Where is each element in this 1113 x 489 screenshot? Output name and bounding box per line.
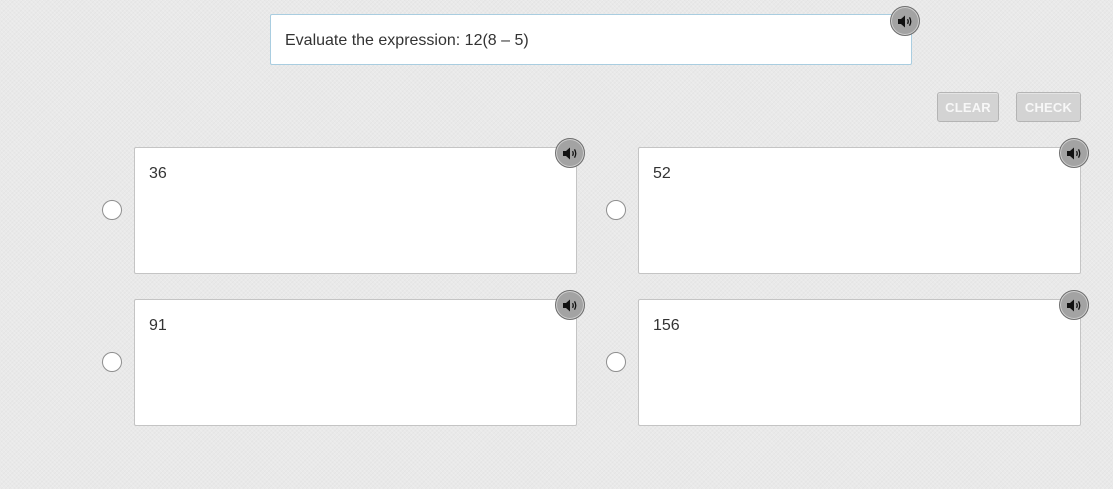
option-3-audio-button[interactable] <box>555 290 585 320</box>
option-1-text: 36 <box>149 165 167 182</box>
option-2-text: 52 <box>653 165 671 182</box>
speaker-icon <box>1066 147 1080 159</box>
option-2-radio[interactable] <box>606 200 626 220</box>
check-button[interactable]: CHECK <box>1016 92 1081 122</box>
clear-button[interactable]: CLEAR <box>937 92 999 122</box>
question-box: Evaluate the expression: 12(8 – 5) <box>270 14 912 65</box>
option-4-text: 156 <box>653 317 680 334</box>
option-3-radio[interactable] <box>102 352 122 372</box>
option-1-radio[interactable] <box>102 200 122 220</box>
speaker-icon <box>1066 299 1080 311</box>
option-1-card[interactable]: 36 <box>134 147 577 274</box>
question-text: Evaluate the expression: 12(8 – 5) <box>285 32 529 49</box>
option-2-card[interactable]: 52 <box>638 147 1081 274</box>
speaker-icon <box>897 15 911 27</box>
speaker-icon <box>562 147 576 159</box>
option-3-card[interactable]: 91 <box>134 299 577 426</box>
option-2-audio-button[interactable] <box>1059 138 1089 168</box>
option-4-audio-button[interactable] <box>1059 290 1089 320</box>
option-3-text: 91 <box>149 317 167 334</box>
option-1-audio-button[interactable] <box>555 138 585 168</box>
question-audio-button[interactable] <box>890 6 920 36</box>
option-4-card[interactable]: 156 <box>638 299 1081 426</box>
speaker-icon <box>562 299 576 311</box>
option-4-radio[interactable] <box>606 352 626 372</box>
